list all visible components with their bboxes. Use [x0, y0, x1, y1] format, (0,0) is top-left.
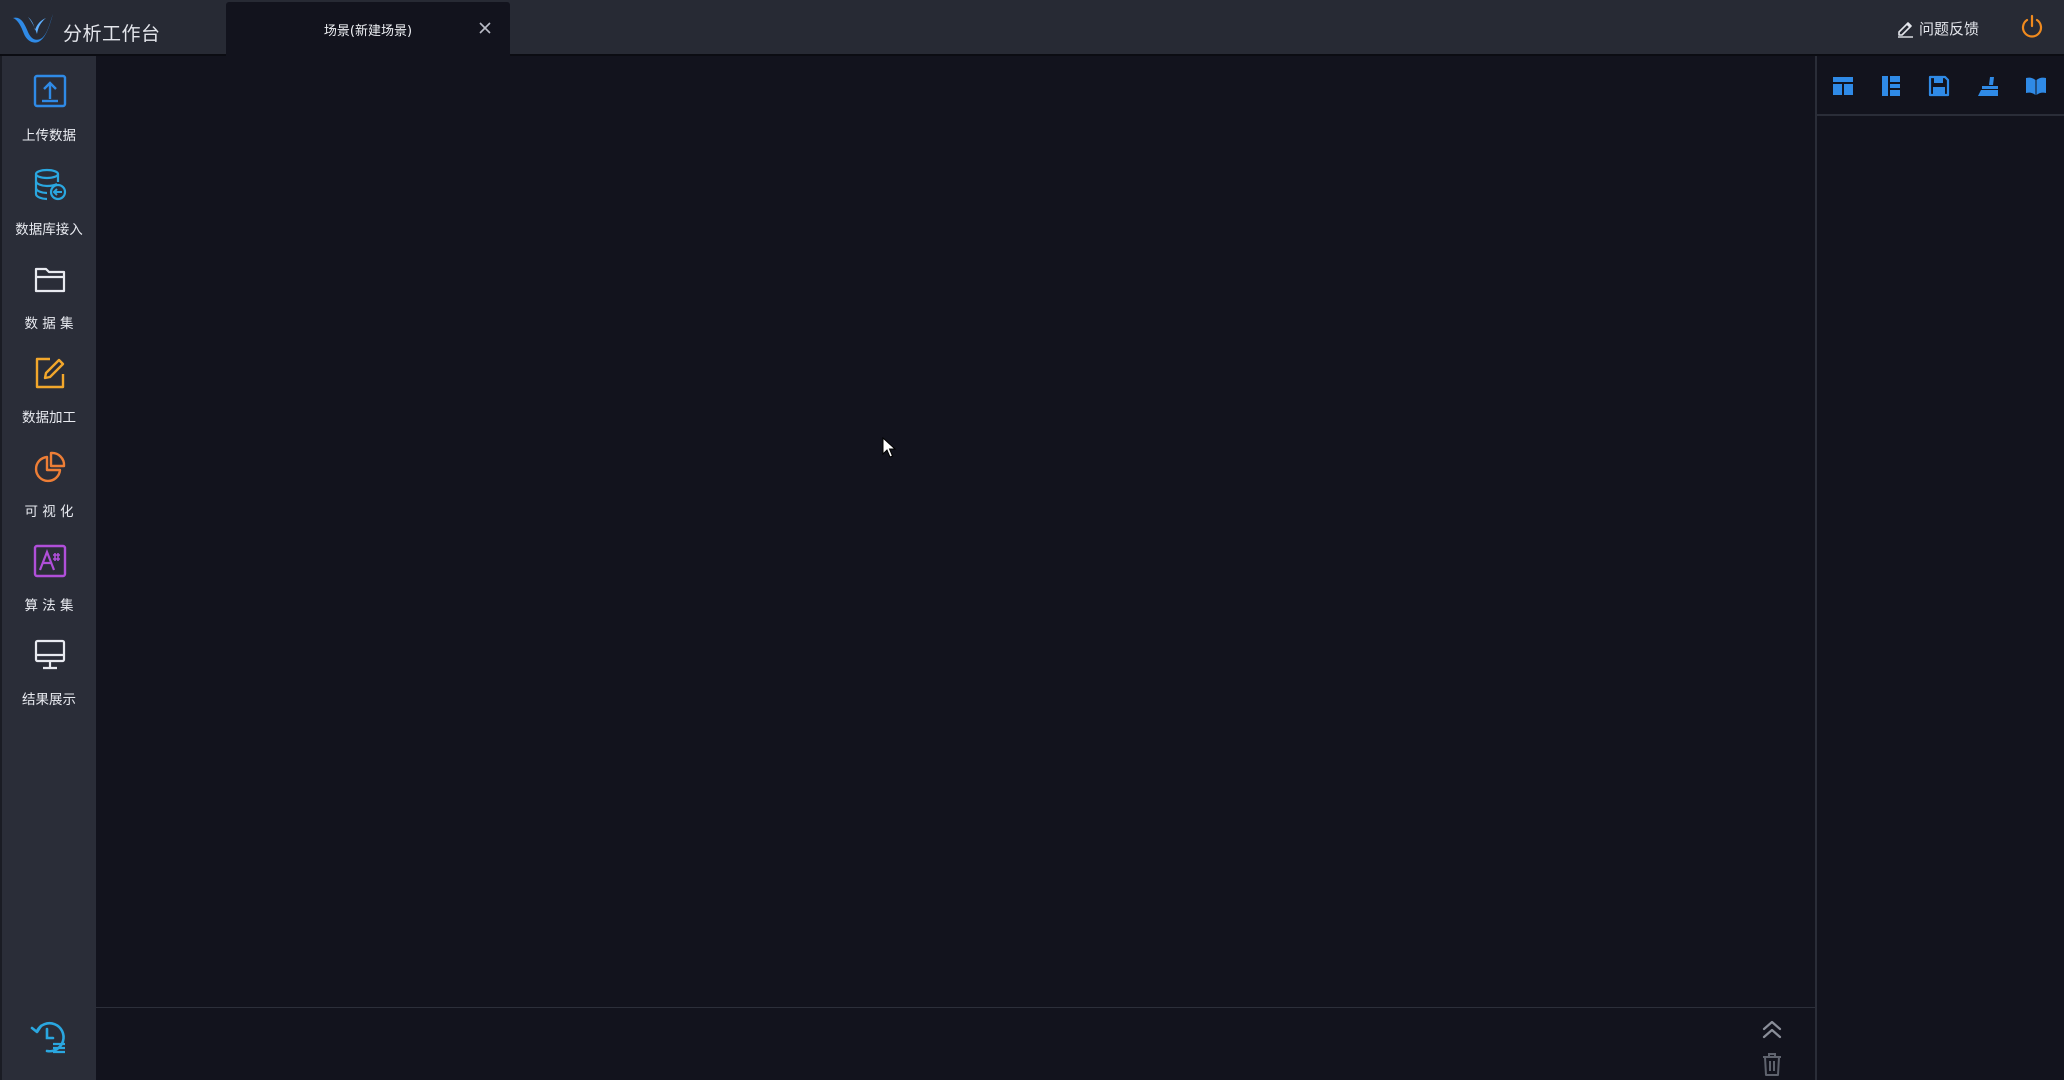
mouse-cursor-icon [882, 437, 897, 458]
tab-scene[interactable]: 场景(新建场景) [226, 2, 510, 56]
sidebar: 上传数据 数据库接入 数 据 集 数据加工 可 视 化 算 法 集 结果展示 [0, 56, 96, 1080]
upload-icon [33, 74, 67, 108]
power-icon[interactable] [2019, 14, 2045, 40]
app-title: 分析工作台 [63, 23, 161, 45]
sidebar-item-label: 上传数据 [22, 128, 76, 144]
double-chevron-up-icon[interactable] [1759, 1017, 1785, 1043]
sidebar-item-visualization[interactable]: 可 视 化 [2, 436, 96, 524]
bottom-panel [96, 1007, 1815, 1080]
sidebar-item-algorithms[interactable]: 算 法 集 [2, 530, 96, 618]
close-icon[interactable] [476, 19, 494, 37]
tab-label: 场景(新建场景) [323, 24, 413, 39]
book-icon[interactable] [2024, 74, 2048, 98]
brand: 分析工作台 [0, 0, 225, 56]
sidebar-item-label: 数 据 集 [24, 316, 74, 332]
right-panel [1815, 56, 2064, 1080]
logo-icon [13, 14, 53, 43]
edit-icon [35, 357, 65, 389]
sidebar-item-dataset[interactable]: 数 据 集 [2, 248, 96, 336]
sidebar-item-results[interactable]: 结果展示 [2, 624, 96, 712]
history-icon[interactable] [29, 1017, 69, 1057]
sidebar-item-label: 数据库接入 [15, 222, 83, 238]
clear-brush-icon[interactable] [1976, 74, 2000, 98]
feedback-button[interactable]: 问题反馈 [1895, 16, 1979, 40]
pie-chart-icon [34, 451, 66, 483]
algorithm-icon [33, 544, 67, 578]
sidebar-item-label: 可 视 化 [24, 504, 74, 520]
sidebar-item-upload-data[interactable]: 上传数据 [2, 60, 96, 148]
sidebar-item-data-processing[interactable]: 数据加工 [2, 342, 96, 430]
pencil-icon [1898, 22, 1913, 38]
right-toolbar [1817, 56, 2064, 116]
trash-icon[interactable] [1760, 1051, 1784, 1077]
folder-icon [34, 267, 66, 293]
sidebar-item-database-access[interactable]: 数据库接入 [2, 154, 96, 242]
sidebar-item-label: 算 法 集 [24, 598, 74, 614]
layout-left-icon[interactable] [1879, 74, 1903, 98]
top-bar: 分析工作台 场景(新建场景) 问题反馈 [0, 0, 2064, 56]
layout-top-icon[interactable] [1831, 74, 1855, 98]
scene-canvas[interactable] [96, 56, 1815, 1007]
database-icon [34, 168, 67, 201]
feedback-label: 问题反馈 [1919, 19, 1980, 38]
monitor-icon [34, 639, 66, 670]
save-icon[interactable] [1927, 74, 1951, 98]
sidebar-item-label: 数据加工 [22, 410, 76, 426]
sidebar-item-label: 结果展示 [22, 692, 76, 708]
